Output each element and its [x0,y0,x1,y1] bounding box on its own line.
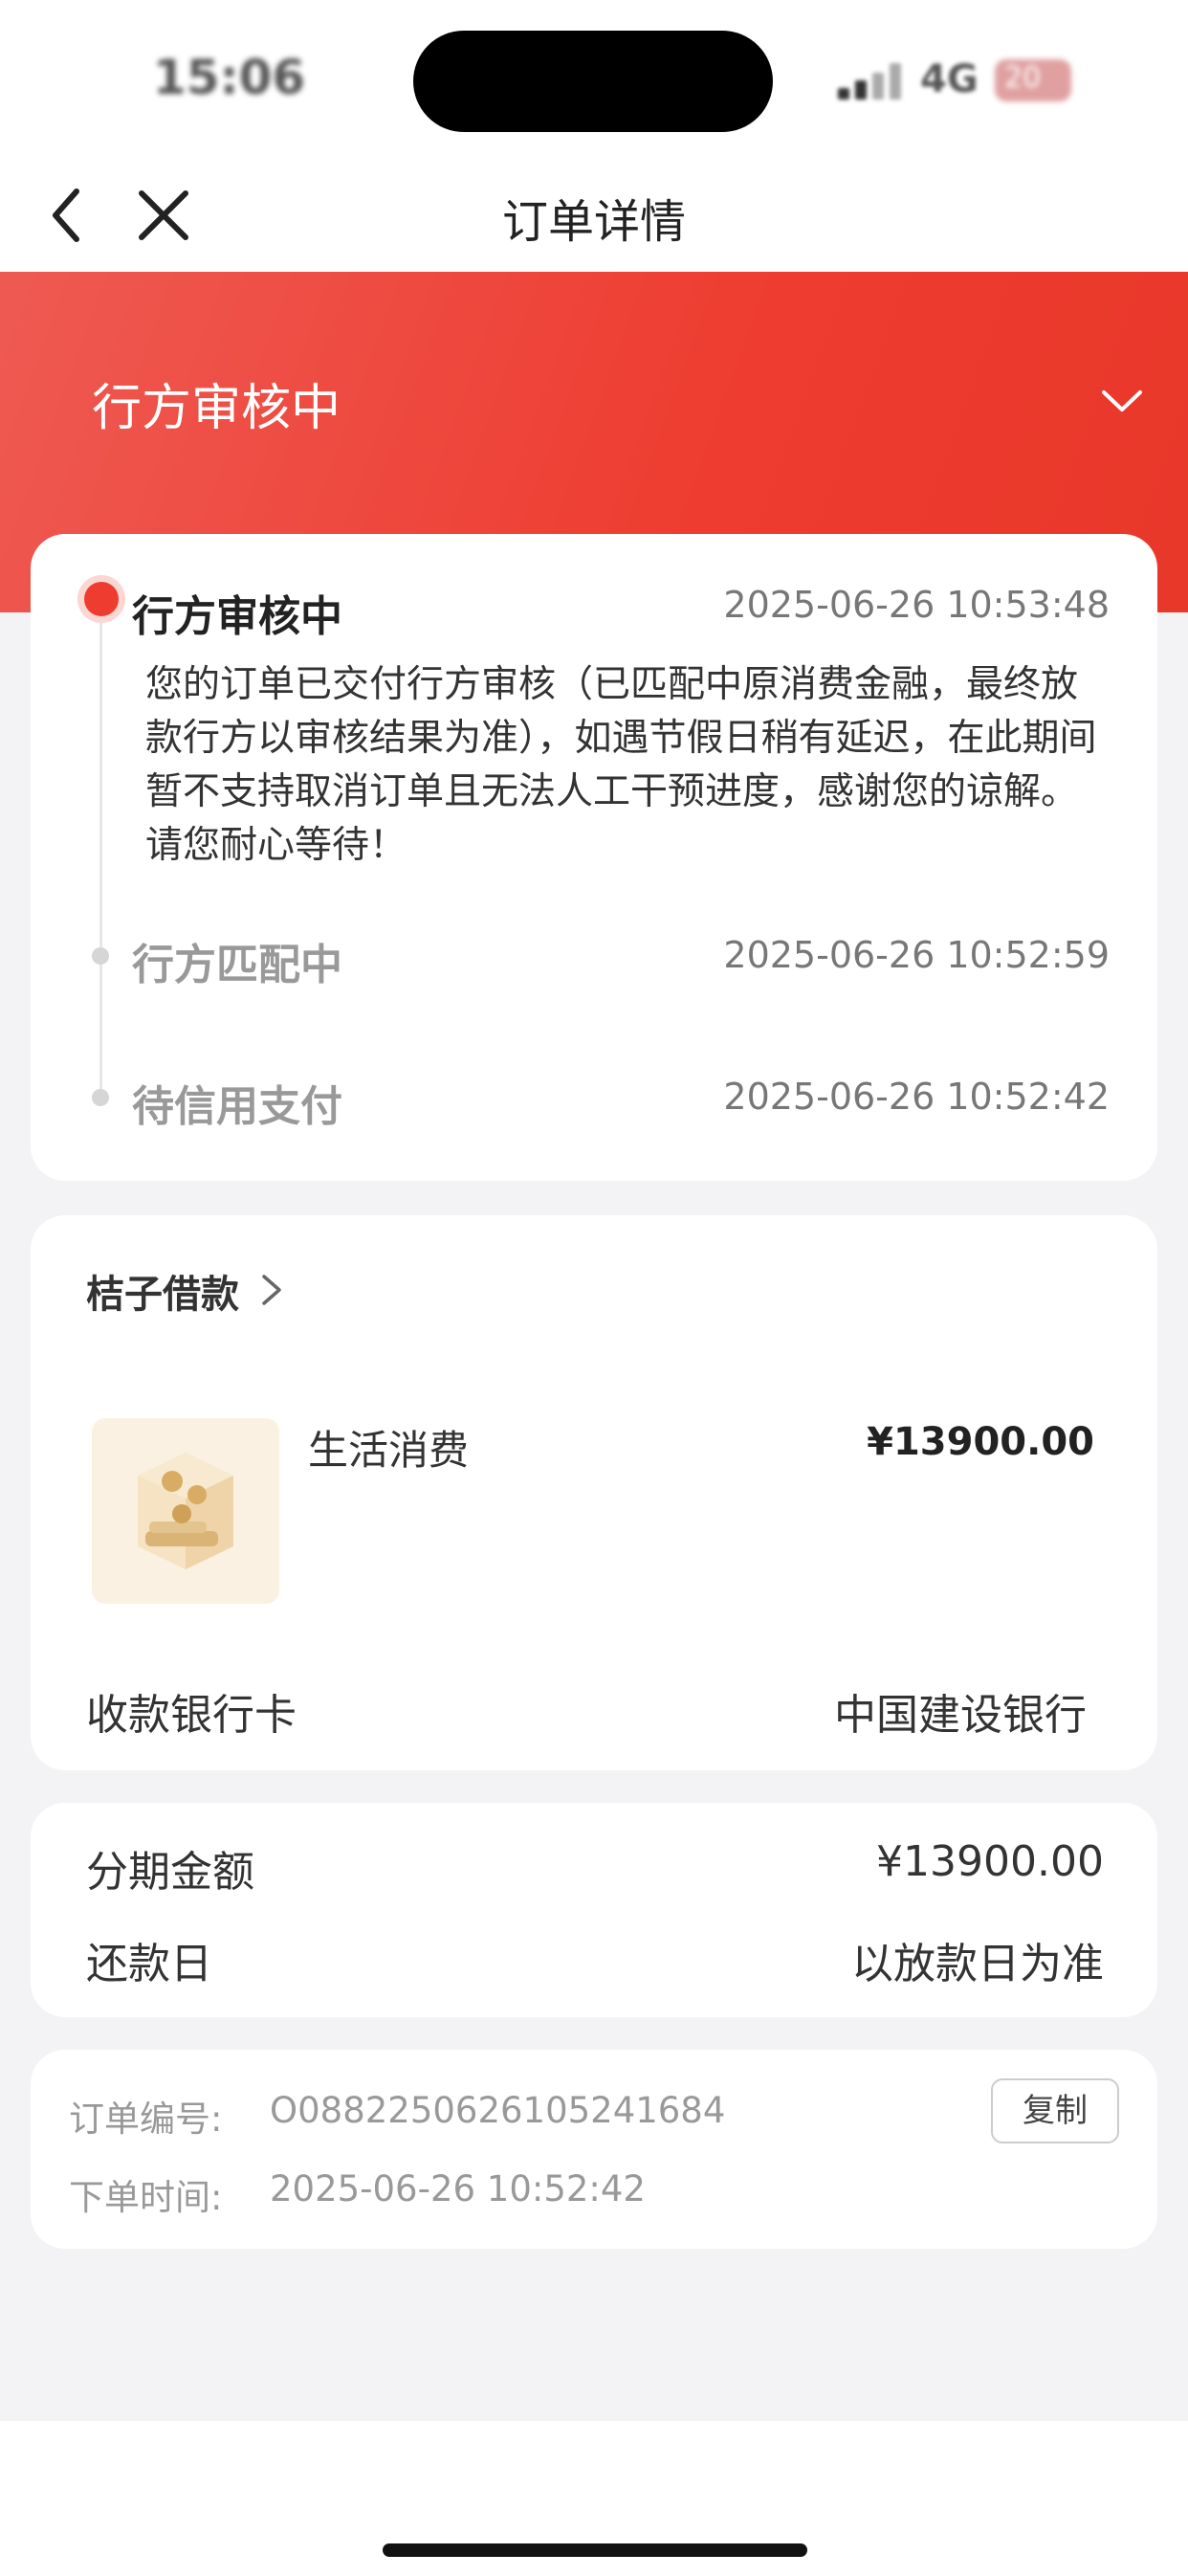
timeline-step-description: 您的订单已交付行方审核（已匹配中原消费金融，最终放款行方以审核结果为准），如遇节… [145,663,1097,867]
order-number-label: 订单编号: [69,2099,223,2140]
chevron-right-icon[interactable] [256,1271,287,1309]
order-number-value: O0882250626105241684 [270,2090,726,2131]
order-time-label: 下单时间: [69,2177,223,2218]
navigation-bar: 订单详情 [0,163,1188,272]
installment-amount-label: 分期金额 [86,1848,254,1897]
network-type: 4G [920,57,979,101]
status-bar: 15:06 4G 20 [0,0,1188,163]
timeline-step-time: 2025-06-26 10:53:48 [723,584,1110,626]
timeline-dot-active [84,582,119,616]
loan-provider-link[interactable]: 桔子借款 [86,1263,239,1319]
timeline-step-label: 行方审核中 [132,592,342,641]
loan-card: 桔子借款 生活消费 ¥13900.00 收款银行卡 中国建设银行 [31,1215,1157,1770]
timeline-step-time: 2025-06-26 10:52:42 [723,1076,1110,1118]
timeline-dot [92,1089,109,1106]
bank-card-value: 中国建设银行 [834,1691,1087,1740]
status-title: 行方审核中 [92,380,341,437]
home-indicator[interactable] [383,2543,807,2557]
installment-card: 分期金额 ¥13900.00 还款日 以放款日为准 [31,1803,1157,2017]
installment-amount-value: ¥13900.00 [876,1837,1104,1886]
timeline-card: 行方审核中 2025-06-26 10:53:48 您的订单已交付行方审核（已匹… [31,534,1157,1181]
timeline-step-label: 待信用支付 [132,1082,342,1131]
repay-day-value: 以放款日为准 [851,1940,1104,1988]
timeline-line [99,611,102,1089]
bank-card-label: 收款银行卡 [86,1691,297,1740]
page-title: 订单详情 [501,195,686,249]
battery-icon: 20 [995,59,1071,101]
chevron-down-icon[interactable] [1098,377,1146,425]
repay-day-label: 还款日 [86,1940,212,1988]
product-price: ¥13900.00 [867,1420,1094,1464]
product-name: 生活消费 [308,1427,470,1474]
timeline-step-time: 2025-06-26 10:52:59 [723,934,1110,976]
bottom-safe-area [0,2421,1188,2576]
coin-box-icon [92,1418,279,1604]
battery-level: 20 [1004,61,1042,95]
copy-button[interactable]: 复制 [991,2078,1119,2143]
status-time: 15:06 [153,50,306,105]
order-info-card: 订单编号: O0882250626105241684 复制 下单时间: 2025… [31,2050,1157,2249]
dynamic-island [413,31,773,132]
signal-icon [838,63,903,100]
timeline-dot [92,947,109,965]
order-time-value: 2025-06-26 10:52:42 [270,2168,646,2210]
timeline-step-label: 行方匹配中 [132,941,342,989]
